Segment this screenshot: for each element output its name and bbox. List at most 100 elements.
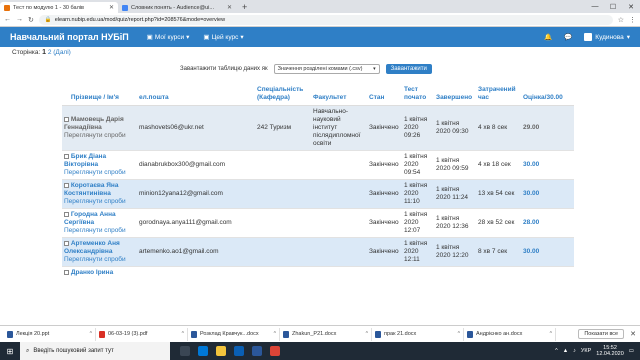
my-courses-menu[interactable]: ▣ Мої курси ▾ [147,33,190,42]
col-finished[interactable]: Завершено [434,85,476,106]
review-attempts-link[interactable]: Переглянути спроби [64,169,126,176]
notifications-icon[interactable]: ▭ [629,348,634,354]
col-time[interactable]: Затрачений час [476,85,521,106]
tab-title: Тест по модулю 1 - 30 балів [13,4,84,11]
specialty-cell [255,179,311,209]
language-indicator[interactable]: УКР [581,348,591,354]
col-specialty[interactable]: Спеціальність (Кафедра) [255,85,311,106]
download-item[interactable]: Розклад Кравчук...docx ^ [188,327,280,341]
col-grade[interactable]: Оцінка/30.00 [521,85,574,106]
grade-link[interactable]: 30.00 [521,237,574,267]
grade-link[interactable]: 30.00 [521,150,574,180]
chevron-up-icon[interactable]: ^ [366,331,368,337]
col-email[interactable]: ел.пошта [137,85,255,106]
windows-start-icon[interactable]: ⊞ [0,347,20,356]
close-downloads-icon[interactable]: ✕ [630,330,636,338]
word-doc-icon [191,330,197,338]
user-menu[interactable]: Кудинова ▾ [584,33,630,41]
row-checkbox[interactable] [64,211,69,217]
task-view-icon[interactable] [180,346,190,356]
download-button[interactable]: Завантажити [385,64,432,74]
student-name-link[interactable]: Городна Анна Сергіївна [64,211,116,226]
bookmark-star-icon[interactable]: ☆ [618,16,624,24]
chevron-down-icon: ▾ [626,34,630,41]
clock[interactable]: 15:52 12.04.2020 [596,345,624,357]
downloads-bar: Лекція 20.ppt ^ 06-03-19 (3).pdf ^ Розклад… [0,325,640,342]
page-favicon-icon [122,4,128,11]
chevron-up-icon[interactable]: ^ [90,331,92,337]
close-window-icon[interactable]: ✕ [622,3,640,11]
download-item[interactable]: Лекція 20.ppt ^ [4,327,96,341]
row-checkbox[interactable] [64,153,69,159]
review-attempts-link[interactable]: Переглянути спроби [64,256,126,263]
chevron-up-icon[interactable]: ^ [274,331,276,337]
chevron-up-icon[interactable]: ^ [182,331,184,337]
download-item[interactable]: прак 21.docx ^ [372,327,464,341]
table-row: Городна Анна Сергіївна Переглянути спроби… [62,208,574,238]
started-cell: 1 квітня 2020 09:54 [402,150,434,180]
row-checkbox[interactable] [64,240,69,246]
chevron-up-icon[interactable]: ^ [458,331,460,337]
pager-next[interactable]: (Далі) [53,49,71,56]
close-tab-icon[interactable]: ✕ [227,4,232,11]
edge-icon[interactable] [198,346,208,356]
store-icon[interactable] [234,346,244,356]
browser-tab-quiz[interactable]: Тест по модулю 1 - 30 балів ✕ [0,2,118,13]
notifications-bell-icon[interactable]: 🔔 [544,33,552,41]
grade-link[interactable]: 29.00 [521,105,574,151]
browser-menu-icon[interactable]: ⋮ [629,16,636,24]
show-all-downloads-button[interactable]: Показати все [578,329,625,339]
review-attempts-link[interactable]: Переглянути спроби [64,198,126,205]
col-faculty[interactable]: Факультет [311,85,367,106]
chrome-icon[interactable] [270,346,280,356]
grade-link[interactable]: 28.00 [521,208,574,238]
network-icon[interactable]: ▲ [563,348,568,354]
faculty-cell [311,179,367,209]
student-name-link[interactable]: Мамовець Дарія Геннадіївна [64,116,124,131]
site-brand-link[interactable]: Навчальний портал НУБіП [10,32,129,42]
col-state[interactable]: Стан [367,85,402,106]
new-tab-icon[interactable]: + [236,2,253,13]
col-started[interactable]: Тест почато [402,85,434,106]
chevron-up-icon[interactable]: ^ [550,331,552,337]
minimize-icon[interactable]: — [586,3,604,10]
maximize-icon[interactable]: ☐ [604,3,622,11]
close-tab-icon[interactable]: ✕ [109,4,114,11]
chevron-up-icon[interactable]: ^ [555,348,558,354]
download-format-select[interactable]: Значення розділені комами (.csv) ▾ [273,64,380,74]
row-checkbox[interactable] [64,182,69,188]
state-cell: Закінчено [367,237,402,267]
download-name: Лекція 20.ppt [16,331,50,337]
download-item[interactable]: Андрієнко ан.docx ^ [464,327,556,341]
student-name-link[interactable]: Артеменко Аня Олександрівна [64,240,120,255]
report-content: Сторінка: 1 2 (Далі) Завантажити таблицю… [0,47,640,325]
messages-chat-icon[interactable]: 💬 [564,33,572,41]
moodle-favicon-icon [4,4,10,11]
browser-tab-bar: Тест по модулю 1 - 30 балів ✕ Словник по… [0,0,640,13]
table-row: Мамовець Дарія Геннадіївна Переглянути сп… [62,105,574,151]
this-course-menu[interactable]: ▣ Цей курс ▾ [203,33,244,42]
back-icon[interactable]: ← [4,16,11,23]
review-attempts-link[interactable]: Переглянути спроби [64,227,126,234]
file-explorer-icon[interactable] [216,346,226,356]
row-checkbox[interactable] [64,116,69,122]
browser-tab-glossary[interactable]: Словник понять - Audience@ui... ✕ [118,2,236,13]
taskbar-search-input[interactable]: ⌕ Введіть пошуковий запит тут [20,342,170,360]
row-checkbox[interactable] [64,269,69,275]
col-name[interactable]: Прізвище / Ім'я [62,85,137,106]
url-field[interactable]: 🔒 elearn.nubip.edu.ua/mod/quiz/report.ph… [38,14,613,25]
forward-icon[interactable]: → [16,16,23,23]
finished-cell: 1 квітня 2020 09:59 [434,150,476,180]
chevron-down-icon: ▾ [240,34,244,41]
pager-page-2[interactable]: 2 [48,49,52,56]
student-name-link[interactable]: Брик Діана Вікторівна [64,153,106,168]
grade-link[interactable]: 30.00 [521,179,574,209]
volume-icon[interactable]: ♪ [573,348,576,354]
student-name-link[interactable]: Дранко Ірина [71,269,113,276]
reload-icon[interactable]: ↻ [28,16,34,24]
student-name-link[interactable]: Коротаєва Яна Костянтинівна [64,182,118,197]
review-attempts-link[interactable]: Переглянути спроби [64,132,126,139]
word-icon[interactable] [252,346,262,356]
download-item[interactable]: 06-03-19 (3).pdf ^ [96,327,188,341]
download-item[interactable]: Zhakun_P21.docx ^ [280,327,372,341]
